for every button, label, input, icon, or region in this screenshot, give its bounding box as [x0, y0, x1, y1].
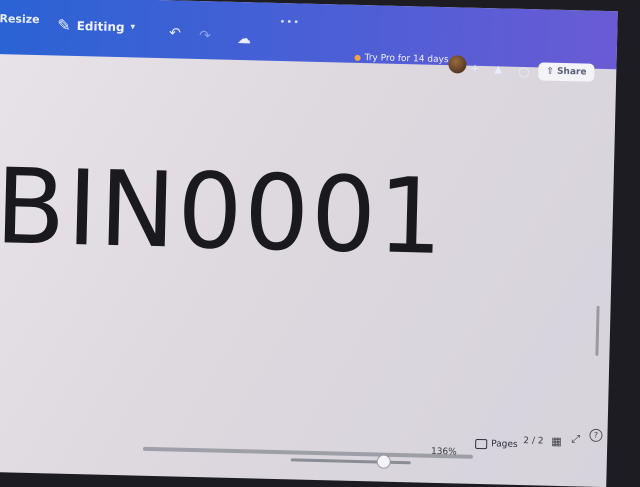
editing-mode-label: Editing [76, 18, 125, 34]
chevron-down-icon: ▾ [130, 21, 136, 32]
design-canvas[interactable]: BIN0001 [0, 54, 616, 449]
page-count: 2 / 2 [523, 436, 544, 447]
pencil-icon: ✎ [57, 15, 71, 35]
redo-icon[interactable]: ↷ [199, 28, 211, 44]
fullscreen-icon[interactable]: ⤢ [571, 432, 580, 446]
undo-icon[interactable]: ↶ [169, 25, 181, 41]
canvas-text[interactable]: BIN0001 [0, 145, 446, 278]
pages-icon [475, 438, 488, 450]
zoom-slider-handle[interactable] [376, 454, 391, 469]
app-screen: Resize ✎ Editing ▾ ↶ ↷ ☁ ••• Try Pro for… [0, 0, 618, 487]
grid-view-icon[interactable]: ▦ [551, 435, 562, 448]
editing-mode-dropdown[interactable]: ✎ Editing ▾ [57, 16, 135, 37]
drag-handle-icon[interactable]: ••• [279, 17, 300, 29]
cloud-save-icon[interactable]: ☁ [237, 31, 251, 47]
crown-icon [354, 54, 361, 61]
zoom-slider-track[interactable] [290, 458, 411, 465]
horizontal-scrollbar[interactable] [142, 446, 473, 459]
pages-label: Pages [491, 439, 518, 450]
zoom-level[interactable]: 136% [431, 447, 457, 458]
resize-button[interactable]: Resize [0, 12, 40, 26]
pages-button[interactable]: Pages [475, 438, 518, 450]
